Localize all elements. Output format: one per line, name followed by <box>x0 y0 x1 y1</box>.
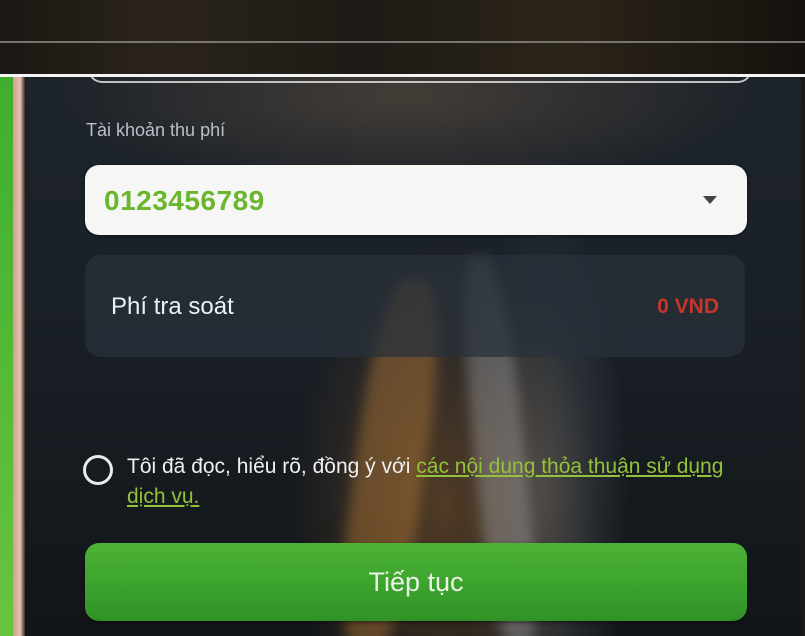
chevron-down-icon[interactable] <box>703 196 717 204</box>
divider <box>0 41 805 43</box>
previous-field-edge <box>88 77 752 83</box>
device-edge <box>13 77 25 636</box>
agreement-statement: Tôi đã đọc, hiểu rõ, đồng ý với <box>127 455 411 478</box>
top-background-strip <box>0 0 805 77</box>
account-number-value: 0123456789 <box>104 185 265 216</box>
fee-label: Phí tra soát <box>111 293 234 320</box>
continue-button[interactable]: Tiếp tục <box>85 543 747 621</box>
agreement-text: Tôi đã đọc, hiểu rõ, đồng ý với các nội … <box>127 452 747 512</box>
device-edge <box>801 77 805 636</box>
fee-amount: 0 VND <box>657 295 719 318</box>
agreement-row: Tôi đã đọc, hiểu rõ, đồng ý với các nội … <box>83 452 743 512</box>
fee-card: Phí tra soát 0 VND <box>85 255 745 357</box>
app-screen: Tài khoản thu phí 0123456789 Phí tra soá… <box>25 77 805 636</box>
account-select[interactable]: 0123456789 <box>85 165 747 235</box>
account-label: Tài khoản thu phí <box>86 120 226 140</box>
agreement-checkbox[interactable] <box>83 455 113 485</box>
device-edge <box>0 77 13 636</box>
